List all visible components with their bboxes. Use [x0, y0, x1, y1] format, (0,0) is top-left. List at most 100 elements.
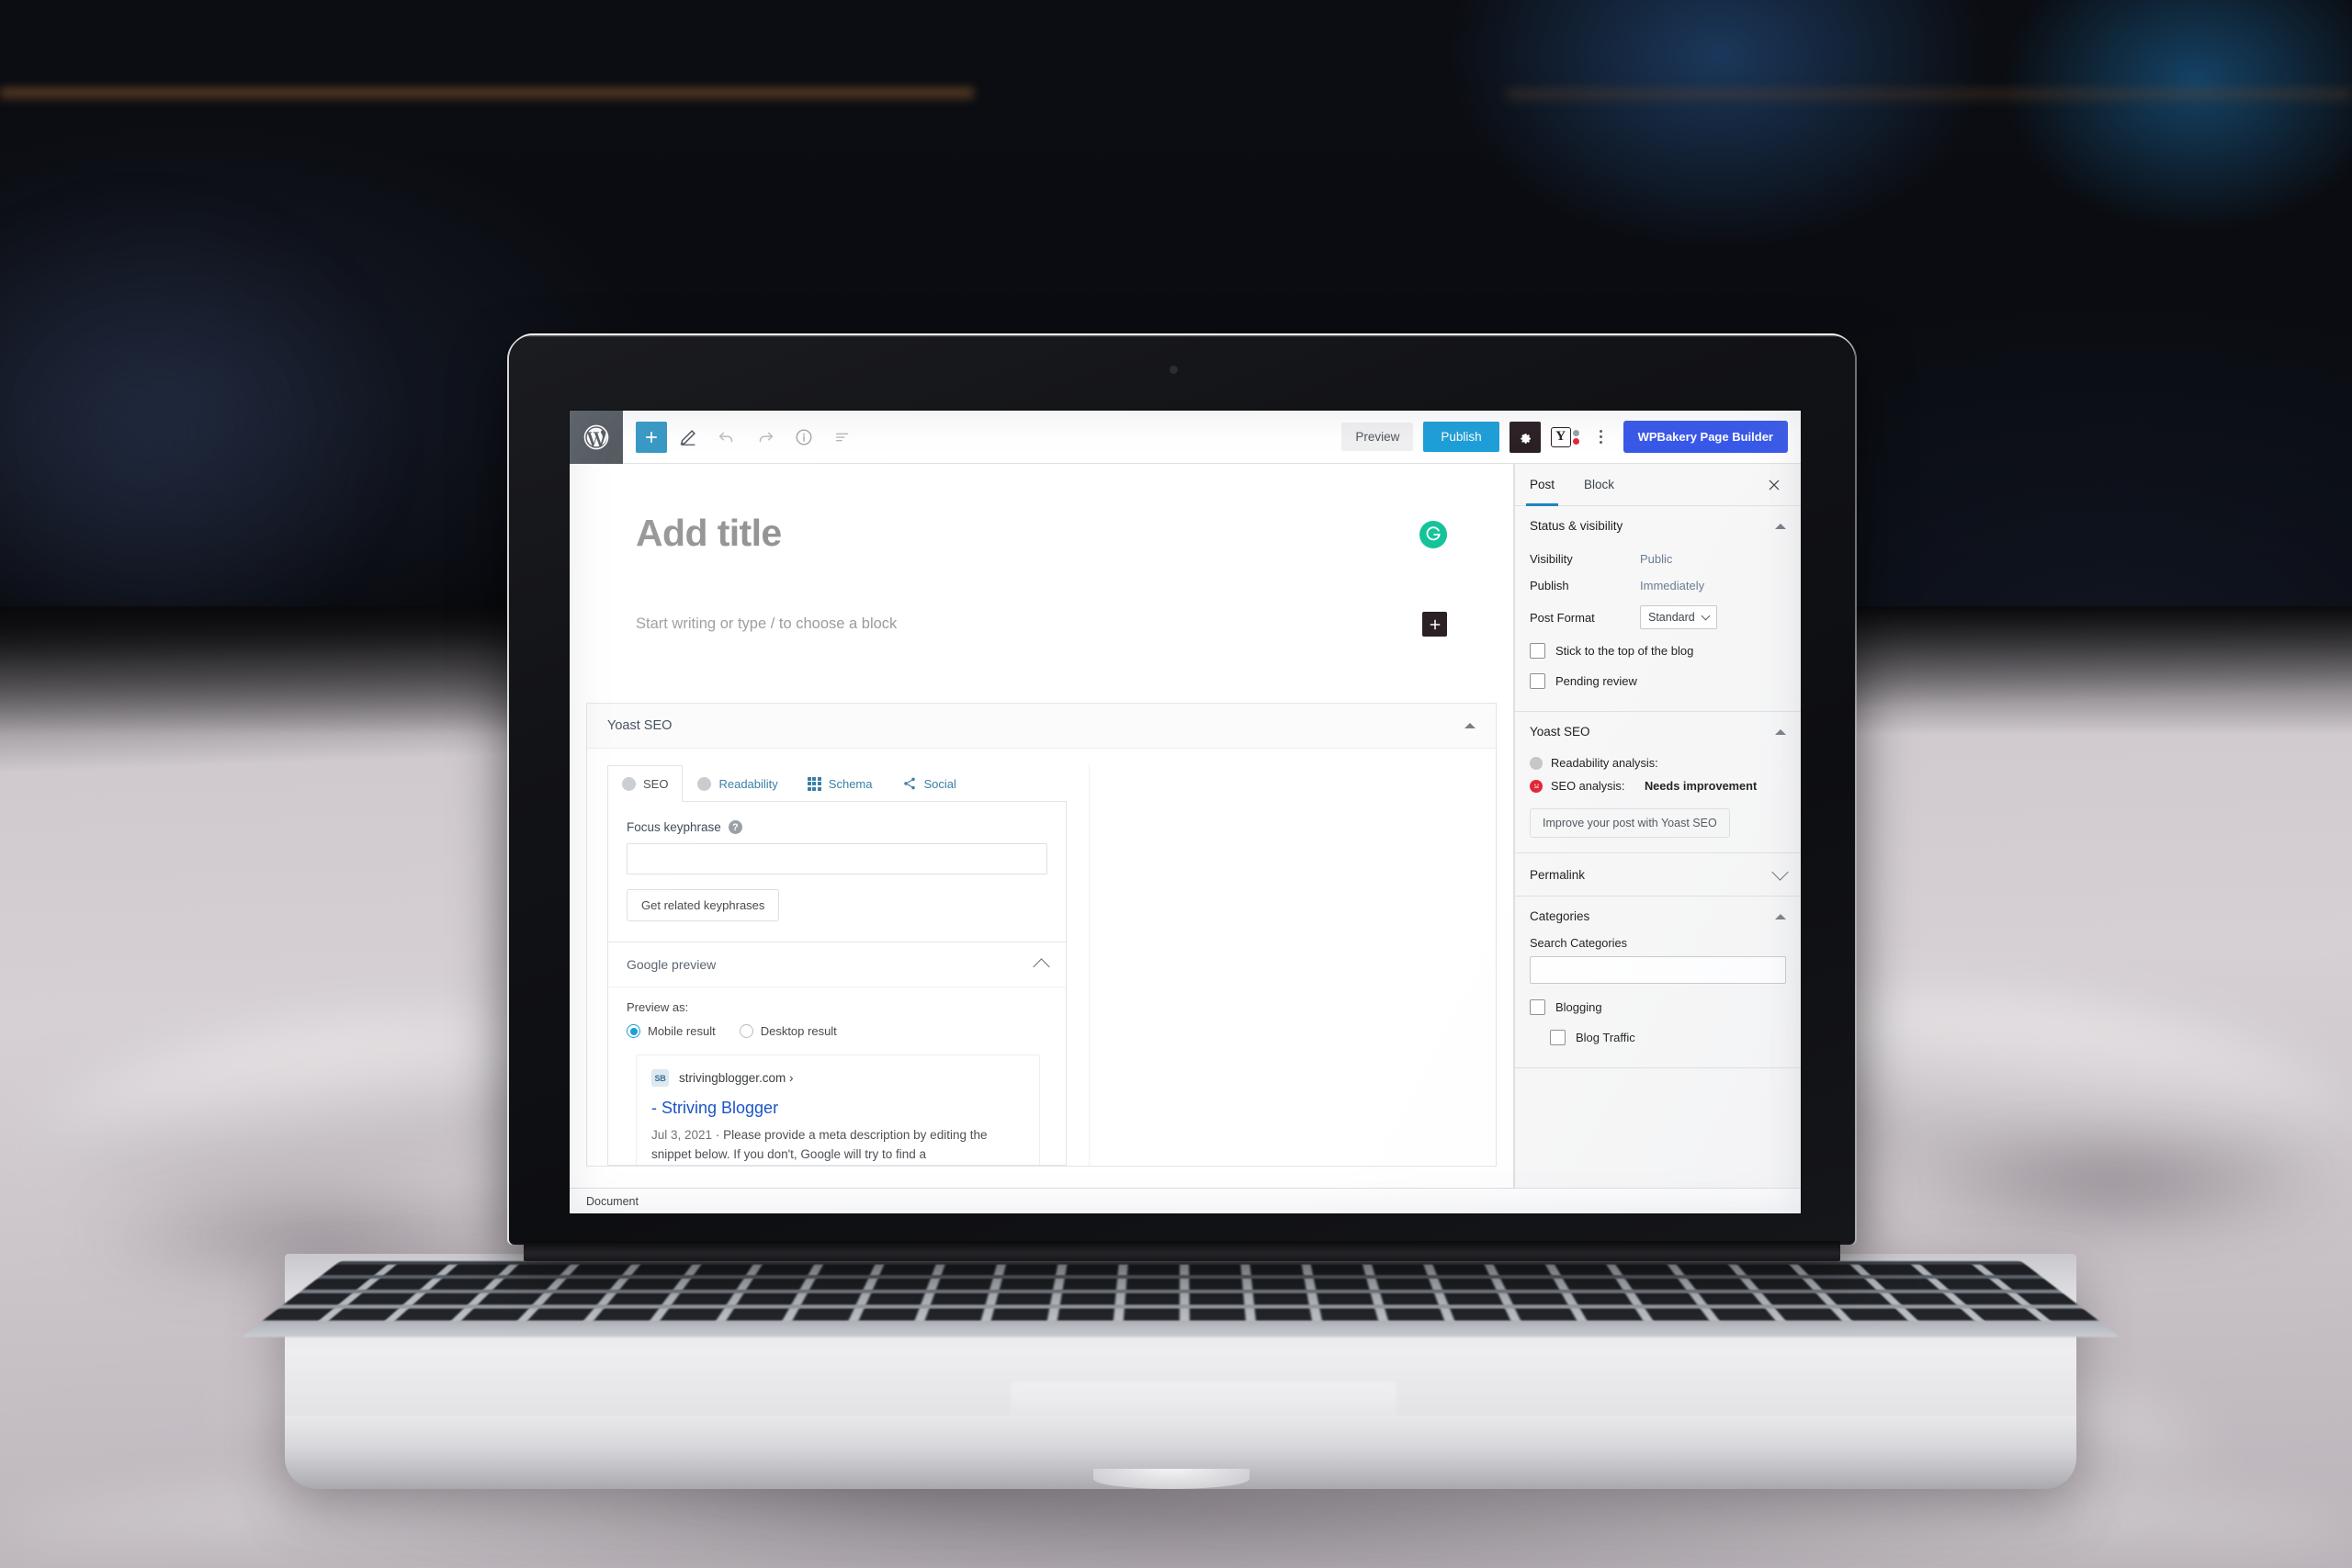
yoast-tab-schema[interactable]: Schema — [793, 765, 888, 801]
yoast-metabox-left-column: SEO Readability Schema Social Focus keyp… — [607, 765, 1067, 1166]
snippet-title[interactable]: - Striving Blogger — [651, 1099, 1024, 1118]
background-shelf — [0, 88, 974, 101]
checkbox-pending-review[interactable]: Pending review — [1530, 666, 1786, 696]
yoast-metabox-body: SEO Readability Schema Social Focus keyp… — [587, 749, 1496, 1166]
seo-bullet-icon — [622, 776, 636, 791]
caret-up-icon[interactable] — [1775, 728, 1786, 735]
categories-list: Blogging Blog Traffic — [1530, 992, 1786, 1053]
yoast-metabox-header[interactable]: Yoast SEO — [587, 704, 1496, 749]
caret-up-icon[interactable] — [1464, 723, 1476, 728]
grammarly-icon[interactable] — [1419, 521, 1447, 548]
checkbox-sticky[interactable]: Stick to the top of the blog — [1530, 636, 1786, 666]
laptop-hinge — [524, 1241, 1840, 1261]
laptop-keyboard — [241, 1261, 2120, 1337]
gear-icon[interactable] — [1509, 421, 1541, 453]
google-preview-title: Google preview — [627, 957, 717, 972]
panel-status-visibility-header[interactable]: Status & visibility — [1515, 506, 1801, 546]
readability-bullet-icon — [697, 776, 712, 791]
publish-value-button[interactable]: Immediately — [1640, 579, 1704, 592]
panel-title: Permalink — [1530, 867, 1586, 882]
snippet-date: Jul 3, 2021 — [651, 1128, 713, 1142]
paragraph-input[interactable]: Start writing or type / to choose a bloc… — [636, 615, 1422, 633]
yoast-tab-seo[interactable]: SEO — [607, 765, 684, 802]
info-icon[interactable] — [786, 420, 821, 455]
caret-up-icon[interactable] — [1775, 913, 1786, 919]
row-readability-analysis[interactable]: Readability analysis: — [1530, 751, 1786, 774]
list-view-icon[interactable] — [825, 420, 860, 455]
tab-post[interactable]: Post — [1515, 464, 1569, 506]
kebab-dot — [1600, 441, 1603, 444]
google-snippet-preview[interactable]: SB strivingblogger.com › - Striving Blog… — [636, 1055, 1040, 1165]
preview-as-radio-group: Mobile result Desktop result — [627, 1024, 1047, 1038]
add-block-icon[interactable] — [636, 421, 667, 453]
post-format-label: Post Format — [1530, 610, 1595, 625]
status-bar-document-label[interactable]: Document — [586, 1195, 639, 1208]
focus-keyphrase-input[interactable] — [627, 843, 1047, 874]
category-item-blog-traffic[interactable]: Blog Traffic — [1530, 1022, 1786, 1053]
radio-label: Desktop result — [760, 1024, 837, 1038]
radio-label: Mobile result — [648, 1024, 716, 1038]
yoast-metabox-right-column — [1089, 765, 1476, 1166]
visibility-value-button[interactable]: Public — [1640, 552, 1672, 566]
row-seo-analysis[interactable]: SEO analysis: Needs improvement — [1530, 774, 1786, 797]
editor-body: Add title Start writing or type / to cho… — [570, 464, 1801, 1188]
yoast-metabox-title: Yoast SEO — [607, 718, 673, 733]
focus-keyphrase-label: Focus keyphrase — [627, 820, 721, 834]
yoast-seo-icon[interactable]: Y — [1550, 426, 1579, 447]
redo-icon[interactable] — [748, 420, 783, 455]
get-related-keyphrases-button[interactable]: Get related keyphrases — [627, 889, 780, 921]
wordpress-logo-icon[interactable] — [570, 411, 623, 464]
chevron-up-icon[interactable] — [1033, 958, 1050, 976]
keyboard-row — [302, 1278, 2059, 1290]
panel-categories: Categories Search Categories Blogging Bl… — [1515, 897, 1801, 1068]
paragraph-block-row: Start writing or type / to choose a bloc… — [570, 555, 1513, 637]
yoast-readability-dot — [1572, 429, 1579, 436]
checkbox-label: Stick to the top of the blog — [1555, 644, 1694, 658]
readability-analysis-label: Readability analysis: — [1551, 756, 1658, 770]
search-categories-label: Search Categories — [1530, 936, 1627, 950]
yoast-tab-social[interactable]: Social — [888, 765, 971, 801]
google-preview-section: Google preview Preview as: Mobile result… — [607, 942, 1067, 1166]
panel-permalink: Permalink — [1515, 853, 1801, 897]
editor-status-bar: Document — [570, 1188, 1801, 1213]
focus-keyphrase-panel: Focus keyphrase ? Get related keyphrases — [607, 802, 1067, 942]
panel-title: Status & visibility — [1530, 519, 1623, 533]
undo-icon[interactable] — [709, 420, 744, 455]
panel-yoast-seo-header[interactable]: Yoast SEO — [1515, 712, 1801, 751]
panel-yoast-seo-body: Readability analysis: SEO analysis: Need… — [1515, 751, 1801, 852]
keyboard-row — [283, 1292, 2078, 1305]
yoast-y-glyph: Y — [1550, 426, 1571, 447]
panel-status-visibility-body: Visibility Public Publish Immediately Po… — [1515, 546, 1801, 711]
post-title-input[interactable]: Add title — [636, 512, 1419, 555]
publish-button[interactable]: Publish — [1423, 422, 1499, 452]
close-icon[interactable] — [1758, 469, 1790, 501]
row-publish: Publish Immediately — [1530, 572, 1786, 599]
panel-permalink-header[interactable]: Permalink — [1515, 853, 1801, 896]
yoast-tab-label: Social — [923, 776, 956, 791]
improve-post-with-yoast-button[interactable]: Improve your post with Yoast SEO — [1530, 808, 1730, 838]
caret-up-icon[interactable] — [1775, 523, 1786, 529]
social-share-icon — [902, 776, 917, 791]
inline-add-block-icon[interactable] — [1422, 612, 1447, 637]
yoast-tab-readability[interactable]: Readability — [683, 765, 792, 801]
radio-desktop-result[interactable]: Desktop result — [739, 1024, 837, 1038]
category-item-blogging[interactable]: Blogging — [1530, 992, 1786, 1022]
post-format-value: Standard — [1648, 611, 1695, 624]
help-icon[interactable]: ? — [728, 820, 742, 834]
search-categories-input[interactable] — [1530, 956, 1786, 984]
post-format-select[interactable]: Standard — [1640, 605, 1717, 629]
more-options-icon[interactable] — [1589, 422, 1613, 453]
edit-pencil-icon[interactable] — [671, 420, 706, 455]
seo-status-sad-face-icon — [1530, 779, 1543, 793]
chevron-down-icon[interactable] — [1771, 863, 1789, 881]
tab-block[interactable]: Block — [1569, 464, 1629, 506]
keyboard-row — [322, 1264, 2040, 1276]
panel-status-visibility: Status & visibility Visibility Public Pu… — [1515, 506, 1801, 712]
wpbakery-page-builder-button[interactable]: WPBakery Page Builder — [1623, 421, 1788, 453]
panel-categories-header[interactable]: Categories — [1515, 897, 1801, 936]
yoast-tab-label: Readability — [718, 776, 778, 791]
google-preview-body: Preview as: Mobile result Desktop result… — [608, 987, 1066, 1165]
preview-button[interactable]: Preview — [1341, 423, 1414, 451]
google-preview-header[interactable]: Google preview — [608, 942, 1066, 987]
radio-mobile-result[interactable]: Mobile result — [627, 1024, 716, 1038]
